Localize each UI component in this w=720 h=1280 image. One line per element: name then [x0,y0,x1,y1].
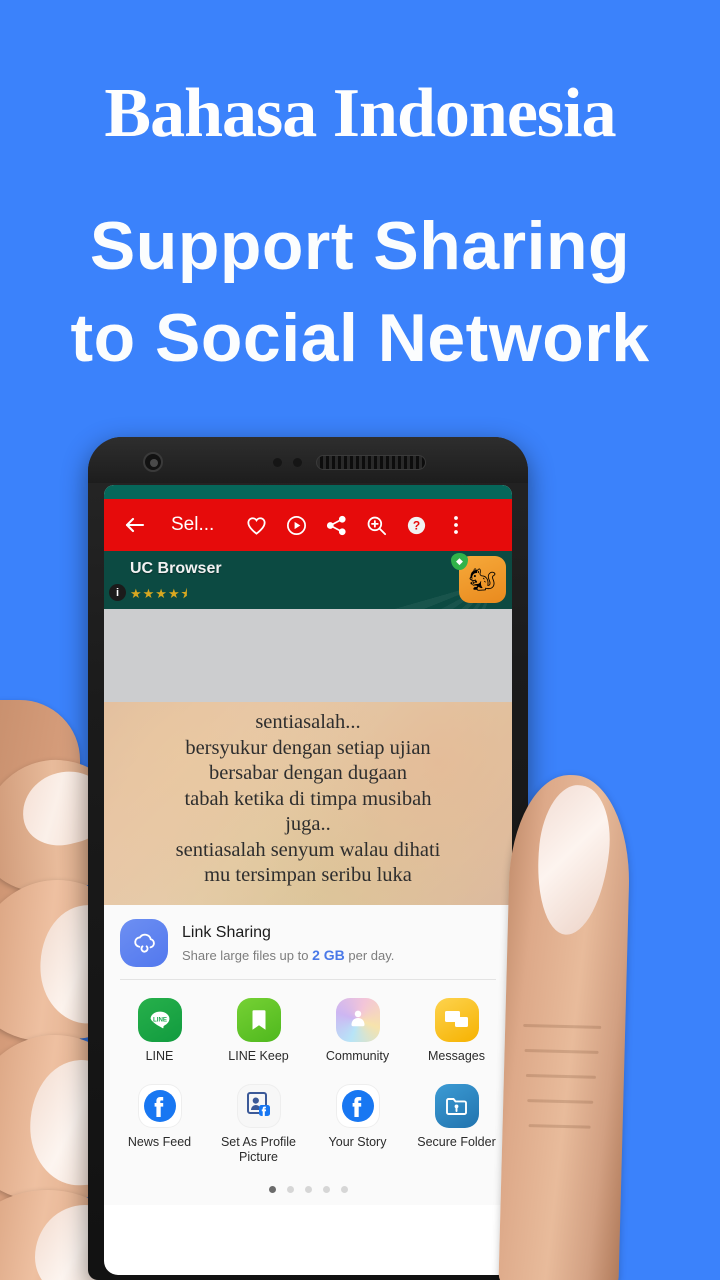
share-target-label: LINE Keep [228,1049,289,1063]
promo-subtitle: Support Sharing to Social Network [0,200,720,384]
facebook-profile-picture-icon [236,1084,281,1128]
phone-top-bezel [88,437,528,483]
phone-screen: Sel... ? UC Browser ★★★★⯨ i 🐿 ◆ sentiasa… [104,485,512,1275]
ad-badge-glyph: ◆ [456,556,463,566]
facebook-story-icon [335,1084,380,1128]
ad-banner[interactable]: UC Browser ★★★★⯨ i 🐿 ◆ [104,551,512,609]
link-sharing-title: Link Sharing [182,923,271,941]
overflow-menu-icon[interactable] [436,505,476,545]
share-target-line-keep[interactable]: LINE Keep [209,992,308,1074]
share-target-label: Set As Profile Picture [220,1135,297,1164]
favorite-icon[interactable] [236,505,276,545]
zoom-in-icon[interactable] [356,505,396,545]
facebook-news-feed-icon [137,1084,182,1128]
line-icon: LINE [137,998,182,1042]
page-dot-2[interactable] [286,1186,294,1193]
proximity-sensor-icon [273,458,282,467]
app-bar: Sel... ? [104,499,512,551]
app-bar-title: Sel... [171,514,215,535]
share-target-label: LINE [145,1049,174,1063]
page-dot-3[interactable] [304,1186,312,1193]
page-dot-5[interactable] [340,1186,348,1193]
link-sharing-row[interactable]: Link Sharing Share large files up to 2 G… [104,905,512,979]
share-target-secure-folder[interactable]: Secure Folder [407,1078,506,1175]
light-sensor-icon [293,458,302,467]
share-target-your-story[interactable]: Your Story [308,1078,407,1175]
status-bar [104,485,512,499]
page-dot-1[interactable] [268,1186,276,1193]
community-icon [335,998,380,1042]
ad-rating-stars: ★★★★⯨ [130,586,189,601]
share-target-label: Community [325,1049,390,1063]
page-dot-4[interactable] [322,1186,330,1193]
share-target-label: Messages [428,1049,485,1063]
ad-app-name: UC Browser [130,560,222,577]
promo-subtitle-line1: Support Sharing [89,208,631,284]
share-target-label: Secure Folder [417,1135,496,1149]
share-target-set-profile-picture[interactable]: Set As Profile Picture [209,1078,308,1175]
quote-text: sentiasalah... bersyukur dengan setiap u… [175,711,441,886]
link-sharing-texts: Link Sharing Share large files up to 2 G… [182,924,394,963]
share-target-label: Your Story [328,1135,387,1149]
share-targets-grid: LINE LINE LINE Keep Community Messages N… [104,980,512,1179]
quote-image: sentiasalah... bersyukur dengan setiap u… [104,702,512,905]
link-sharing-sub-prefix: Share large files up to [182,947,313,963]
share-target-line[interactable]: LINE LINE [110,992,209,1074]
content-gap [104,609,512,702]
play-icon[interactable] [276,505,316,545]
promo-title: Bahasa Indonesia [104,75,616,152]
link-sharing-subtitle: Share large files up to 2 GB per day. [182,947,394,963]
link-sharing-sub-suffix: per day. [344,947,395,963]
share-icon[interactable] [316,505,356,545]
svg-text:LINE: LINE [152,1016,166,1023]
ad-info-icon[interactable]: i [109,584,126,601]
share-target-messages[interactable]: Messages [407,992,506,1074]
share-target-label: News Feed [127,1135,192,1149]
share-target-community[interactable]: Community [308,992,407,1074]
share-sheet: Link Sharing Share large files up to 2 G… [104,905,512,1205]
messages-icon [434,998,479,1042]
front-camera-icon [143,452,163,472]
svg-text:?: ? [413,518,420,532]
line-keep-icon [236,998,281,1042]
help-icon[interactable]: ? [396,505,436,545]
phone-mockup: Sel... ? UC Browser ★★★★⯨ i 🐿 ◆ sentiasa… [88,437,528,1280]
share-target-news-feed[interactable]: News Feed [110,1078,209,1175]
page-indicator [104,1179,512,1205]
earpiece-speaker [316,455,426,470]
arrow-left-icon[interactable] [115,505,155,545]
secure-folder-icon [434,1084,479,1128]
promo-subtitle-line2: to Social Network [70,300,650,376]
cloud-link-icon [120,919,168,967]
link-sharing-sub-highlight: 2 GB [312,946,345,963]
